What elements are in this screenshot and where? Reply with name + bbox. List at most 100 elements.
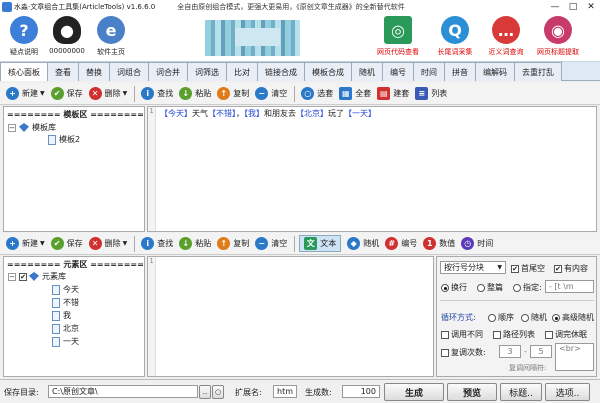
repeat-to-input[interactable]: 5 <box>530 345 552 358</box>
chevron-down-icon: ▼ <box>122 240 128 247</box>
checkbox-icon <box>493 330 501 339</box>
new-element-button[interactable]: + 新建 ▼ <box>6 237 45 250</box>
list-button[interactable]: ≡ 列表 <box>415 87 447 100</box>
web-title-button[interactable]: ◉ 网页标题提取 <box>528 16 588 57</box>
tab-numbering[interactable]: 编号 <box>382 62 414 81</box>
tab-word-filter[interactable]: 词筛选 <box>187 62 227 81</box>
collapse-icon[interactable]: − <box>8 123 16 132</box>
tab-replace[interactable]: 替换 <box>78 62 110 81</box>
tab-encode-decode[interactable]: 编解码 <box>475 62 515 81</box>
element-type-random[interactable]: ◆ 随机 <box>347 237 379 250</box>
loop-seq-radio[interactable]: 顺序 <box>488 312 514 323</box>
element-library-checkbox[interactable]: ✔ <box>19 272 27 281</box>
element-type-time[interactable]: ◷ 时间 <box>461 237 493 250</box>
wrap-radio[interactable]: 换行 <box>441 282 467 293</box>
count-input[interactable]: 100 <box>342 385 380 398</box>
tree-node-element[interactable]: 我 <box>52 310 71 321</box>
tab-time[interactable]: 时间 <box>413 62 445 81</box>
options-button[interactable]: 选项.. <box>545 383 590 401</box>
element-editor[interactable]: 1 <box>147 256 434 377</box>
clear-button[interactable]: − 清空 <box>255 237 287 250</box>
title-button[interactable]: 标题.. <box>500 383 542 401</box>
tree-node-element[interactable]: 一天 <box>52 336 79 347</box>
library-icon <box>19 123 29 132</box>
maximize-button[interactable]: □ <box>564 2 582 12</box>
document-icon <box>52 284 60 295</box>
collapse-icon[interactable]: − <box>8 272 16 281</box>
delete-template-button[interactable]: ✕ 删除 ▼ <box>88 87 127 100</box>
info-icon: i <box>141 237 155 250</box>
custom-separator-input[interactable]: - [t \m <box>545 280 594 293</box>
custom-radio[interactable]: 指定: <box>513 282 542 293</box>
web-source-button[interactable]: ◎ 网页代码查看 <box>368 16 428 57</box>
bottom-bar: 保存目录: C:\原创文章\ .. ○ 扩展名: htm 生成数: 100 生成… <box>0 379 600 403</box>
trim-checkbox[interactable]: ✔ 首尾空 <box>511 263 545 274</box>
open-folder-button[interactable]: ○ <box>212 385 224 399</box>
repeat-separator-input[interactable]: <br> <box>555 343 594 371</box>
repeat-count-checkbox[interactable]: 复调次数: <box>441 347 486 358</box>
element-type-text[interactable]: 文文本 <box>299 235 342 252</box>
clock-icon: ◷ <box>461 237 475 250</box>
web-source-icon: ◎ <box>384 16 412 44</box>
call-different-checkbox[interactable]: 调用不同 <box>441 329 483 340</box>
loop-random-radio[interactable]: 随机 <box>521 312 547 323</box>
tab-random[interactable]: 随机 <box>351 62 383 81</box>
save-template-button[interactable]: ✔ 保存 <box>50 87 83 100</box>
all-set-button[interactable]: ▦ 全套 <box>339 87 371 100</box>
copy-button[interactable]: ↑ 复制 <box>217 87 249 100</box>
tree-node-element-library[interactable]: − ✔ 元素库 <box>8 271 66 282</box>
select-set-button[interactable]: ○ 选套 <box>301 87 333 100</box>
generate-button[interactable]: 生成 <box>384 383 444 401</box>
find-button[interactable]: i 查找 <box>141 237 173 250</box>
clear-button[interactable]: − 清空 <box>255 87 287 100</box>
tab-view[interactable]: 查看 <box>47 62 79 81</box>
tab-template-compose[interactable]: 模板合成 <box>304 62 352 81</box>
browse-button[interactable]: .. <box>199 385 211 399</box>
tree-node-element[interactable]: 不错 <box>52 297 79 308</box>
wrap-label: 换行 <box>451 283 467 292</box>
new-template-button[interactable]: + 新建 ▼ <box>6 87 45 100</box>
template-segment: ， <box>236 109 244 118</box>
find-button[interactable]: i 查找 <box>141 87 173 100</box>
delete-label: 删除 <box>104 89 121 98</box>
build-set-button[interactable]: ▤ 建套 <box>377 87 409 100</box>
copy-button[interactable]: ↑ 复制 <box>217 237 249 250</box>
repeat-from-input[interactable]: 3 <box>499 345 521 358</box>
qq-label: 00000000 <box>49 47 85 55</box>
has-content-checkbox[interactable]: ✔ 有内容 <box>554 263 588 274</box>
tab-word-merge[interactable]: 词合并 <box>148 62 188 81</box>
loop-advanced-random-radio[interactable]: 高级随机 <box>552 312 594 323</box>
minimize-button[interactable]: — <box>546 2 564 12</box>
tab-link-compose[interactable]: 链接合成 <box>257 62 305 81</box>
tab-core-panel[interactable]: 核心面板 <box>0 62 48 81</box>
save-label: 保存 <box>66 89 83 98</box>
tree-node-template-library[interactable]: − 模板库 <box>8 122 56 133</box>
synonym-button[interactable]: … 近义词查询 <box>476 16 536 57</box>
new-label: 新建 <box>22 89 38 98</box>
close-button[interactable]: ✕ <box>582 2 600 12</box>
ext-input[interactable]: htm <box>273 385 297 398</box>
paste-button[interactable]: ↓ 粘贴 <box>179 237 211 250</box>
delete-element-button[interactable]: ✕ 删除 ▼ <box>88 237 128 250</box>
tab-word-combine[interactable]: 词组合 <box>109 62 149 81</box>
element-type-value[interactable]: 1 数值 <box>423 237 455 250</box>
tree-node-template2[interactable]: 模板2 <box>48 134 80 145</box>
element-type-number[interactable]: # 编号 <box>385 237 417 250</box>
has-content-label: 有内容 <box>564 264 588 273</box>
tab-dedupe-shuffle[interactable]: 去重打乱 <box>514 62 562 81</box>
check-icon: ✔ <box>50 87 64 100</box>
save-dir-input[interactable]: C:\原创文章\ <box>48 385 198 398</box>
tab-compare[interactable]: 比对 <box>226 62 258 81</box>
save-element-button[interactable]: ✔ 保存 <box>50 237 83 250</box>
tree-node-element[interactable]: 北京 <box>52 323 79 334</box>
whole-radio[interactable]: 整篇 <box>477 282 503 293</box>
path-list-checkbox[interactable]: 路径列表 <box>493 329 535 340</box>
split-mode-select[interactable]: 按行号分块 ▼ <box>440 261 506 274</box>
call-sleep-checkbox[interactable]: 调完休眠 <box>545 329 587 340</box>
tab-pinyin[interactable]: 拼音 <box>444 62 476 81</box>
tree-node-element[interactable]: 今天 <box>52 284 79 295</box>
homepage-button[interactable]: e 软件主页 <box>81 16 141 57</box>
template-editor[interactable]: 1 【今天】天气【不错】，【我】和朋友去【北京】玩了【一天】 <box>147 106 597 232</box>
paste-button[interactable]: ↓ 粘贴 <box>179 87 211 100</box>
preview-button[interactable]: 预览 <box>447 383 497 401</box>
